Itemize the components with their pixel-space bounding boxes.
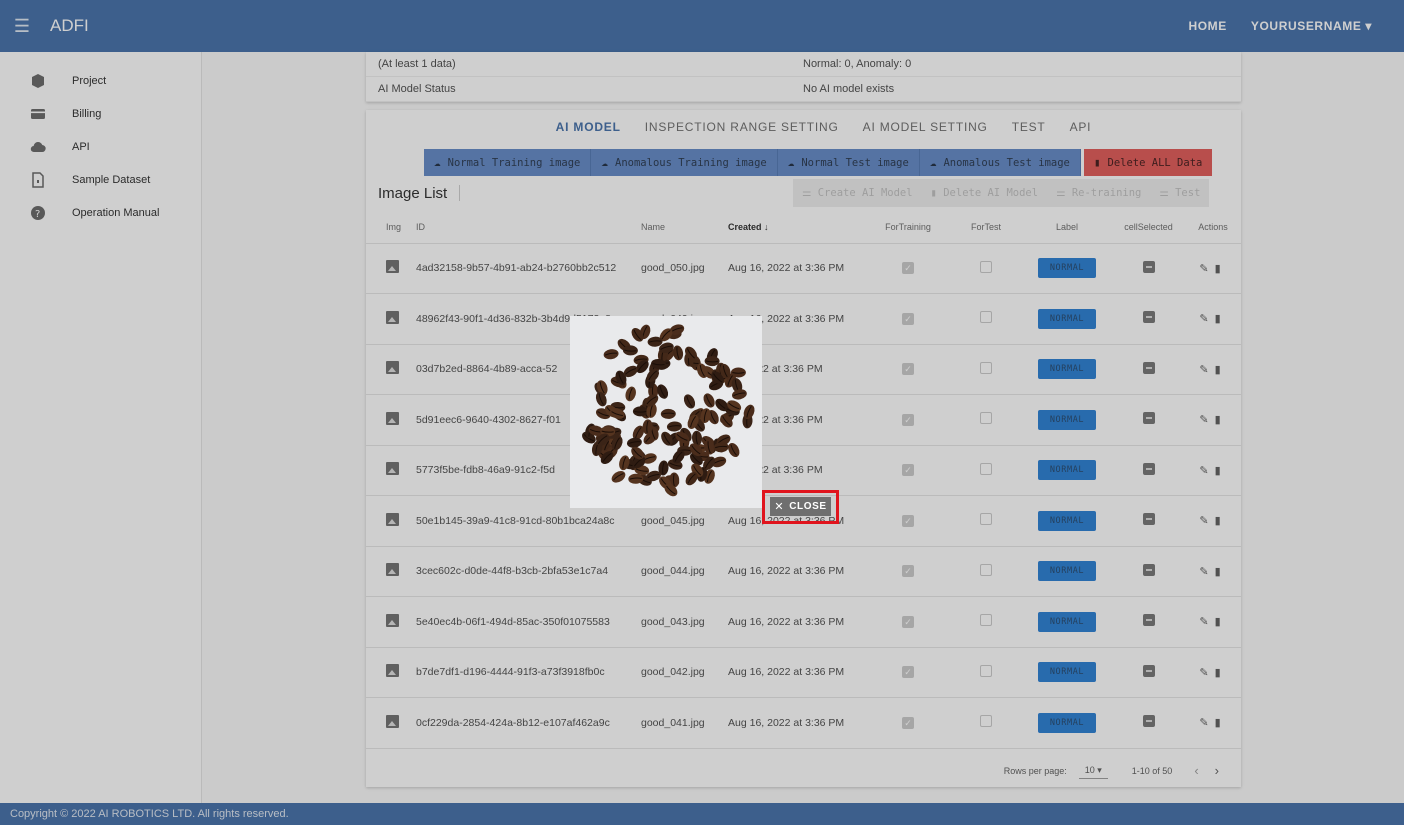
close-icon: ✕ bbox=[774, 501, 785, 513]
close-button[interactable]: ✕ CLOSE bbox=[770, 497, 831, 516]
close-label: CLOSE bbox=[789, 501, 827, 512]
close-button-highlight: ✕ CLOSE bbox=[762, 490, 839, 524]
image-preview bbox=[570, 316, 762, 508]
coffee-beans-image bbox=[582, 324, 755, 497]
